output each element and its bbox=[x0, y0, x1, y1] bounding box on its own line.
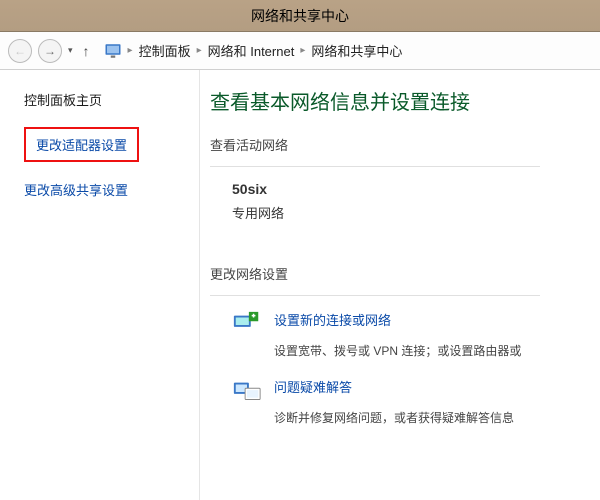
change-settings-label: 更改网络设置 bbox=[210, 264, 600, 283]
link-setup-connection[interactable]: 设置新的连接或网络 bbox=[274, 313, 391, 328]
breadcrumb-root[interactable]: 控制面板 bbox=[139, 41, 191, 60]
breadcrumb: ▸ 控制面板 ▸ 网络和 Internet ▸ 网络和共享中心 bbox=[104, 41, 403, 60]
arrow-right-icon: → bbox=[44, 44, 56, 58]
troubleshoot-icon bbox=[232, 377, 262, 403]
desc-troubleshoot: 诊断并修复网络问题，或者获得疑难解答信息 bbox=[274, 409, 600, 426]
divider bbox=[210, 295, 540, 296]
up-button[interactable]: ↑ bbox=[79, 43, 94, 59]
sidebar-link-adapter[interactable]: 更改适配器设置 bbox=[36, 135, 127, 154]
forward-button[interactable]: → bbox=[38, 39, 62, 63]
arrow-left-icon: ← bbox=[14, 44, 26, 58]
chevron-right-icon: ▸ bbox=[128, 45, 133, 56]
highlight-box: 更改适配器设置 bbox=[24, 127, 139, 162]
active-networks-label: 查看活动网络 bbox=[210, 135, 600, 154]
network-type: 专用网络 bbox=[232, 203, 600, 222]
window-titlebar: 网络和共享中心 bbox=[0, 0, 600, 32]
nav-toolbar: ← → ▾ ↑ ▸ 控制面板 ▸ 网络和 Internet ▸ 网络和共享中心 bbox=[0, 32, 600, 70]
divider bbox=[210, 166, 540, 167]
back-button[interactable]: ← bbox=[8, 39, 32, 63]
desc-setup-connection: 设置宽带、拨号或 VPN 连接；或设置路由器或 bbox=[274, 342, 600, 359]
page-heading: 查看基本网络信息并设置连接 bbox=[210, 86, 600, 115]
link-troubleshoot[interactable]: 问题疑难解答 bbox=[274, 380, 352, 395]
window-title: 网络和共享中心 bbox=[251, 6, 349, 26]
breadcrumb-mid[interactable]: 网络和 Internet bbox=[208, 41, 295, 60]
sidebar-link-advanced[interactable]: 更改高级共享设置 bbox=[24, 180, 183, 199]
control-panel-icon bbox=[104, 42, 122, 60]
history-dropdown[interactable]: ▾ bbox=[68, 45, 73, 56]
chevron-right-icon: ▸ bbox=[197, 45, 202, 56]
network-name: 50six bbox=[232, 181, 600, 197]
action-troubleshoot: 问题疑难解答 bbox=[232, 377, 600, 403]
sidebar: 控制面板主页 更改适配器设置 更改高级共享设置 bbox=[0, 70, 200, 500]
breadcrumb-leaf[interactable]: 网络和共享中心 bbox=[311, 41, 402, 60]
network-setup-icon bbox=[232, 310, 262, 336]
content-pane: 查看基本网络信息并设置连接 查看活动网络 50six 专用网络 更改网络设置 设… bbox=[200, 70, 600, 500]
sidebar-link-home[interactable]: 控制面板主页 bbox=[24, 90, 183, 109]
chevron-right-icon: ▸ bbox=[300, 45, 305, 56]
action-setup-connection: 设置新的连接或网络 bbox=[232, 310, 600, 336]
